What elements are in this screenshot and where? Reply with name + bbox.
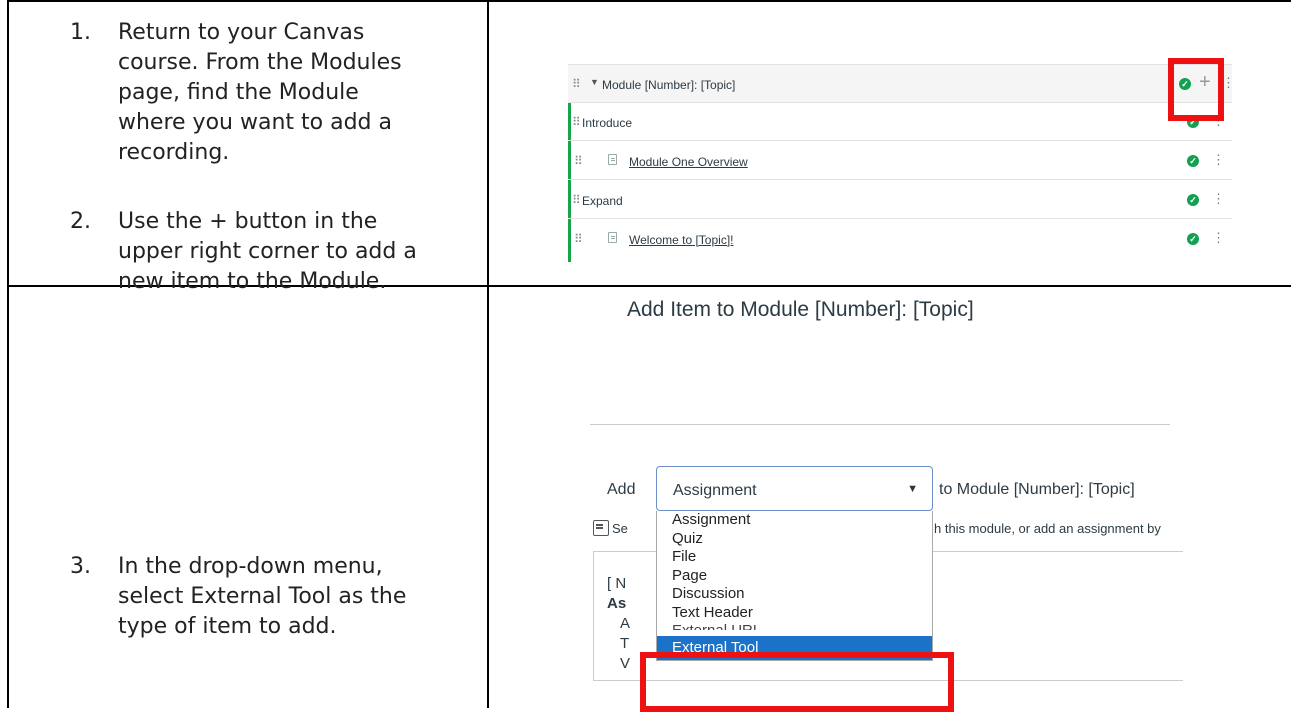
table-column-divider [487,0,489,708]
step-1: 1. Return to your Canvas course. From th… [70,18,480,168]
table-top-border [7,0,1291,2]
to-module-label: to Module [Number]: [Topic] [939,481,1135,498]
text-header-label: Expand [582,194,623,208]
item-type-select[interactable]: Assignment ▼ [656,466,933,511]
step-1-number: 1. [70,20,91,45]
dialog-divider [590,424,1170,425]
table-left-border [7,0,9,708]
item-menu-kebab-icon[interactable]: ⋮ [1212,152,1225,168]
plus-button-highlight [1168,58,1224,121]
drag-handle-icon[interactable]: ⠿ [574,154,583,168]
dropdown-option[interactable]: Assignment [657,511,932,530]
step-1-line: where you want to add a [118,110,392,135]
module-screenshot: ⠿ ▼ Module [Number]: [Topic] ✓ + ⋮ ⠿ Int… [568,64,1235,262]
module-item-row[interactable]: ⠿ Expand ✓ ⋮ [568,181,1232,219]
step-3-line: select External Tool as the [118,584,407,609]
steps-1-2: 1. Return to your Canvas course. From th… [70,18,480,297]
drag-handle-icon[interactable]: ⠿ [572,115,581,129]
dropdown-option[interactable]: External URL [657,622,932,630]
published-check-icon[interactable]: ✓ [1187,233,1199,245]
dropdown-option[interactable]: File [657,548,932,567]
item-menu-kebab-icon[interactable]: ⋮ [1212,191,1225,207]
drag-handle-icon[interactable]: ⠿ [572,193,581,207]
dropdown-option[interactable]: Quiz [657,530,932,549]
editor-text: T [620,635,630,652]
collapse-caret-icon[interactable]: ▼ [590,77,599,87]
step-3-line: In the drop-down menu, [118,554,383,579]
external-tool-highlight [640,652,954,712]
module-header[interactable]: ⠿ ▼ Module [Number]: [Topic] ✓ + ⋮ [568,64,1235,103]
dropdown-option[interactable]: Page [657,567,932,586]
module-item-row[interactable]: ⠿ Module One Overview ✓ ⋮ [568,142,1232,180]
dropdown-option[interactable]: Discussion [657,585,932,604]
step-3-number: 3. [70,554,91,579]
module-item-row[interactable]: ⠿ Welcome to [Topic]! ✓ ⋮ [568,220,1232,258]
item-type-dropdown[interactable]: Assignment Quiz File Page Discussion Tex… [656,511,933,661]
step-1-line: page, find the Module [118,80,359,105]
drag-handle-icon[interactable]: ⠿ [572,77,581,91]
published-check-icon[interactable]: ✓ [1187,194,1199,206]
page-icon [608,154,617,165]
module-item-link[interactable]: Welcome to [Topic]! [629,233,733,247]
step-1-line: recording. [118,140,230,165]
step-3-line: type of item to add. [118,614,337,639]
published-check-icon[interactable]: ✓ [1187,155,1199,167]
note-text-left: Se [612,521,628,536]
text-header-label: Introduce [582,116,633,130]
add-label: Add [607,481,636,498]
page-icon [608,232,617,243]
dropdown-option[interactable]: Text Header [657,604,932,623]
module-item-link[interactable]: Module One Overview [629,155,748,169]
step-3-list: 3. In the drop-down menu, select Externa… [70,552,480,642]
step-2-line: upper right corner to add a [118,239,417,264]
module-title[interactable]: Module [Number]: [Topic] [602,78,735,92]
note-text-right: h this module, or add an assignment by [934,521,1161,536]
step-1-line: Return to your Canvas [118,20,365,45]
step-2-line: new item to the Module. [118,269,387,294]
step-2-line: Use the + button in the [118,209,378,234]
drag-handle-icon[interactable]: ⠿ [574,232,583,246]
dialog-title: Add Item to Module [Number]: [Topic] [627,298,974,321]
note-icon [593,520,609,536]
item-menu-kebab-icon[interactable]: ⋮ [1212,230,1225,246]
selected-type-value: Assignment [673,482,757,499]
step-1-line: course. From the Modules [118,50,402,75]
editor-text: As [607,595,627,612]
dropdown-arrow-icon[interactable]: ▼ [907,483,918,495]
editor-text: [ N [607,575,627,592]
editor-text: V [620,655,631,672]
step-3: 3. In the drop-down menu, select Externa… [70,552,480,642]
step-2-number: 2. [70,209,91,234]
step-2: 2. Use the + button in the upper right c… [70,207,480,297]
editor-text: A [620,615,631,632]
module-item-row[interactable]: ⠿ Introduce ✓ ⋮ [568,103,1232,141]
